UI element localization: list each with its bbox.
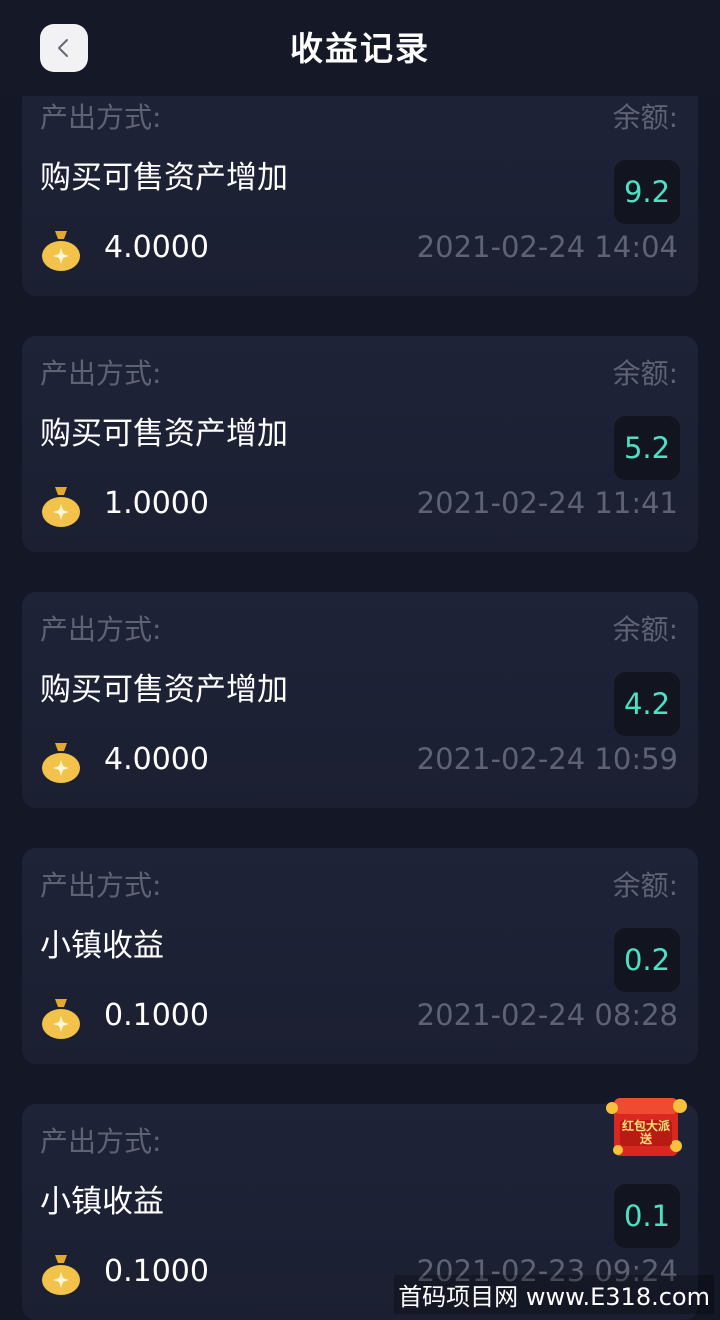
coin-bag-icon: [42, 1255, 80, 1295]
record-method: 购买可售资产增加: [40, 416, 288, 452]
method-label: 产出方式:: [40, 869, 162, 902]
balance-label: 余额:: [612, 613, 678, 646]
balance-label: 余额:: [612, 869, 678, 902]
record-time: 2021-02-24 11:41: [416, 486, 678, 520]
coin-bag-icon: [42, 231, 80, 271]
record-method: 小镇收益: [40, 928, 164, 964]
record-time: 2021-02-24 14:04: [416, 230, 678, 264]
method-label: 产出方式:: [40, 613, 162, 646]
record-method: 购买可售资产增加: [40, 672, 288, 708]
record-method: 购买可售资产增加: [40, 160, 288, 196]
record-balance: 0.2: [614, 928, 680, 992]
nav-header: 收益记录: [0, 0, 720, 96]
balance-label: 余额:: [612, 357, 678, 390]
watermark: 首码项目网 www.E318.com: [394, 1275, 714, 1314]
page-title: 收益记录: [290, 29, 430, 68]
record-card[interactable]: 产出方式: 余额: 购买可售资产增加 4.2 4.0000 2021-02-24…: [22, 592, 698, 808]
record-amount: 4.0000: [104, 230, 209, 265]
coin-bag-icon: [42, 999, 80, 1039]
record-amount: 4.0000: [104, 742, 209, 777]
record-time: 2021-02-24 08:28: [416, 998, 678, 1032]
red-packet-text: 红包大派送: [622, 1119, 671, 1146]
balance-label: 余额:: [612, 101, 678, 134]
record-amount: 0.1000: [104, 998, 209, 1033]
record-card[interactable]: 产出方式: 余额: 购买可售资产增加 5.2 1.0000 2021-02-24…: [22, 336, 698, 552]
method-label: 产出方式:: [40, 101, 162, 134]
method-label: 产出方式:: [40, 357, 162, 390]
record-balance: 9.2: [614, 160, 680, 224]
record-balance: 0.1: [614, 1184, 680, 1248]
record-card[interactable]: 产出方式: 余额: 小镇收益 0.2 0.1000 2021-02-24 08:…: [22, 848, 698, 1064]
record-card[interactable]: 产出方式: 余额: 购买可售资产增加 9.2 4.0000 2021-02-24…: [22, 80, 698, 296]
record-amount: 0.1000: [104, 1254, 209, 1289]
record-amount: 1.0000: [104, 486, 209, 521]
coin-bag-icon: [42, 487, 80, 527]
method-label: 产出方式:: [40, 1125, 162, 1158]
record-balance: 5.2: [614, 416, 680, 480]
coin-bag-icon: [42, 743, 80, 783]
red-packet-promo[interactable]: 红包大派送: [604, 1090, 688, 1164]
record-method: 小镇收益: [40, 1184, 164, 1220]
record-balance: 4.2: [614, 672, 680, 736]
record-time: 2021-02-24 10:59: [416, 742, 678, 776]
